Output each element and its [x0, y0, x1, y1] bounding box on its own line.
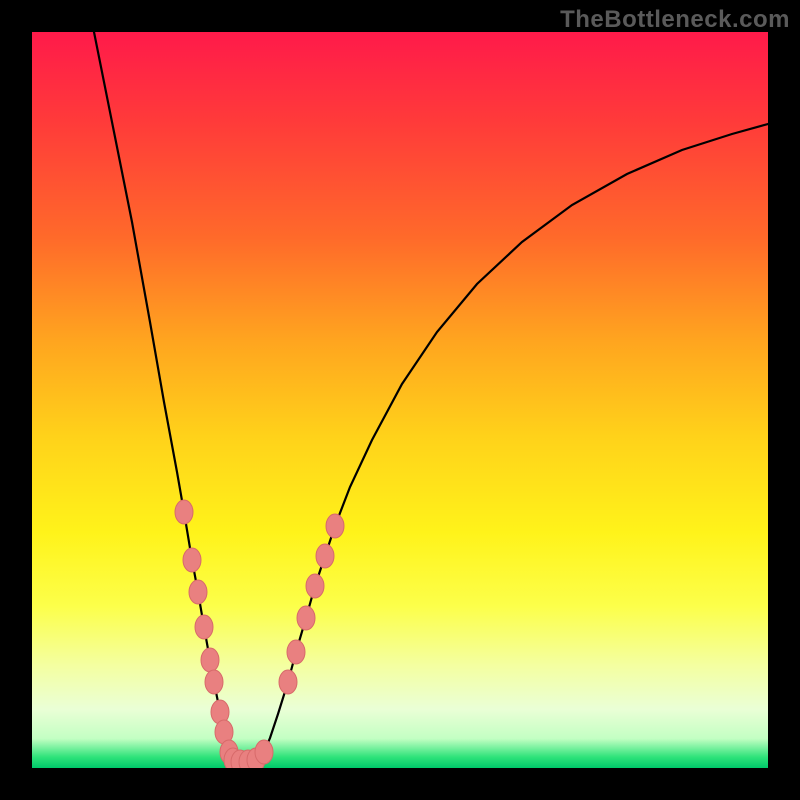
data-point-marker [175, 500, 193, 524]
data-point-marker [316, 544, 334, 568]
data-point-marker [306, 574, 324, 598]
data-point-marker [326, 514, 344, 538]
data-point-marker [205, 670, 223, 694]
bottleneck-curve [94, 32, 768, 762]
watermark-text: TheBottleneck.com [560, 6, 790, 34]
data-point-marker [297, 606, 315, 630]
data-point-marker [255, 740, 273, 764]
data-point-marker [183, 548, 201, 572]
plot-area [32, 32, 768, 768]
data-point-marker [189, 580, 207, 604]
data-point-marker [201, 648, 219, 672]
data-point-marker [287, 640, 305, 664]
chart-frame: TheBottleneck.com [0, 0, 800, 800]
data-point-marker [279, 670, 297, 694]
marker-group [175, 500, 344, 768]
curve-layer [32, 32, 768, 768]
data-point-marker [195, 615, 213, 639]
